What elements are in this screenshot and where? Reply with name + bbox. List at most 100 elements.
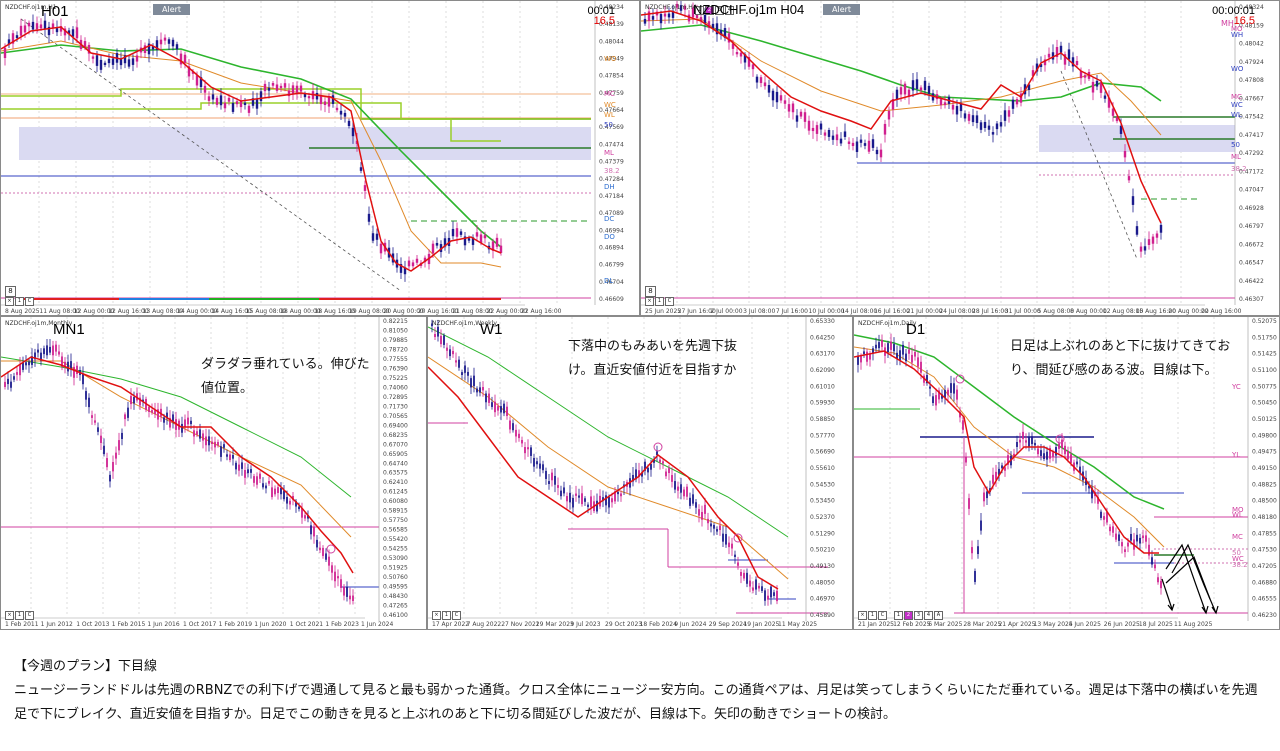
candle-body: [461, 372, 463, 376]
time-tick: 24 Jul 08:00: [939, 308, 975, 315]
candle-body: [488, 393, 490, 403]
candle-body: [647, 11, 651, 21]
candle-body: [1103, 516, 1105, 520]
candle-body: [563, 487, 565, 494]
price-tick: 0.53450: [810, 498, 835, 505]
price-tick: 0.61245: [383, 489, 408, 496]
candle-body: [1059, 45, 1063, 53]
price-tick: 0.77555: [383, 356, 408, 363]
candle-body: [319, 547, 321, 551]
candle-body: [771, 90, 775, 101]
candle-body: [590, 496, 592, 508]
candle-body: [95, 55, 99, 66]
price-tick: 0.46547: [1239, 260, 1264, 267]
candle-body: [31, 21, 35, 30]
candle-body: [455, 228, 459, 237]
candle-body: [1034, 443, 1036, 446]
candle-body: [617, 491, 619, 495]
candle-body: [259, 91, 263, 102]
candle-body: [755, 579, 757, 590]
candle-body: [223, 444, 225, 448]
candle-body: [1130, 533, 1132, 541]
candle-body: [947, 389, 949, 396]
candle-body: [707, 518, 709, 524]
h4-alert-button[interactable]: Alert: [823, 4, 861, 15]
candle-body: [327, 97, 331, 107]
candle-body: [1047, 53, 1051, 58]
candle-body: [819, 123, 823, 130]
candle-body: [250, 469, 252, 473]
price-tick: 0.48050: [810, 579, 835, 586]
mn1-chart-panel[interactable]: 0.82215 0.81050 0.79885 0.78720 0.77555 0.763…: [0, 316, 427, 630]
candle-body: [274, 488, 276, 495]
price-tick: 0.51290: [810, 530, 835, 537]
candle-body: [479, 387, 481, 393]
h1-indicator-button[interactable]: 8: [5, 286, 16, 297]
candle-body: [999, 122, 1003, 127]
price-tick: 0.74060: [383, 384, 408, 391]
candle-body: [100, 435, 102, 443]
h1-chart-panel[interactable]: 0.48234 0.48139 0.48044 0.47949 0.47854 0.477…: [0, 0, 640, 316]
candle-body: [340, 579, 342, 588]
candle-body: [135, 55, 139, 62]
candle-body: [763, 82, 767, 87]
h4-chart-panel[interactable]: 0.48324 0.48159 0.48042 0.47924 0.47808 0.476…: [640, 0, 1280, 316]
level-label: WO: [1231, 65, 1244, 73]
candle-body: [962, 420, 964, 430]
candle-body: [10, 381, 12, 388]
candle-body: [1139, 246, 1143, 252]
candle-body: [4, 381, 6, 387]
candle-body: [283, 490, 285, 500]
time-tick: 9 Jun 2024: [674, 621, 706, 628]
candle-body: [229, 454, 231, 461]
h4-indicator-button[interactable]: 8: [645, 286, 656, 297]
candle-body: [19, 25, 23, 36]
candle-body: [1067, 450, 1069, 460]
h1-timeframe-label: H01: [41, 3, 69, 20]
candle-body: [262, 483, 264, 488]
price-tick: 0.55610: [810, 465, 835, 472]
h4-chart-canvas: 0.483240.481590.480420.479240.478080.476…: [641, 1, 1264, 315]
candle-body: [73, 366, 75, 378]
candle-body: [94, 420, 96, 423]
level-label: 38.2: [1231, 165, 1247, 173]
candle-body: [527, 447, 529, 450]
level-label: DO: [604, 233, 615, 241]
candle-body: [1007, 110, 1011, 117]
candle-body: [35, 23, 39, 30]
candle-body: [464, 365, 466, 373]
price-tick: 0.65905: [383, 451, 408, 458]
candle-body: [183, 54, 187, 63]
time-tick: 6 Mar 2025: [928, 621, 962, 628]
time-tick: 16 Jul 16:00: [874, 308, 910, 315]
candle-body: [1019, 439, 1021, 443]
candle-body: [1015, 99, 1019, 105]
candle-body: [443, 335, 445, 345]
candle-body: [23, 25, 27, 33]
price-tick: 0.49130: [810, 563, 835, 570]
candle-body: [25, 362, 27, 366]
candle-body: [581, 493, 583, 505]
w1-chart-panel[interactable]: 0.65330 0.64250 0.63170 0.62090 0.61010 0.599…: [427, 316, 853, 630]
d1-chart-panel[interactable]: 0.52075 0.51750 0.51425 0.51100 0.50775 0.504…: [853, 316, 1280, 630]
candle-body: [103, 445, 105, 455]
candle-body: [267, 87, 271, 91]
candle-body: [1011, 99, 1015, 109]
candle-body: [917, 357, 919, 367]
candle-body: [247, 469, 249, 474]
candle-body: [1095, 80, 1099, 87]
time-tick: 1 Feb 2023: [325, 621, 359, 628]
price-tick: 0.47205: [1252, 563, 1277, 570]
candle-body: [359, 167, 363, 171]
candle-body: [905, 353, 907, 362]
candle-body: [939, 99, 943, 106]
candle-body: [959, 103, 963, 112]
price-tick: 0.58850: [810, 416, 835, 423]
candle-body: [971, 547, 973, 554]
candle-body: [554, 475, 556, 485]
candle-body: [795, 115, 799, 122]
candle-body: [668, 468, 670, 474]
h1-alert-button[interactable]: Alert: [153, 4, 191, 15]
candle-body: [1123, 151, 1127, 158]
candle-body: [776, 590, 778, 602]
